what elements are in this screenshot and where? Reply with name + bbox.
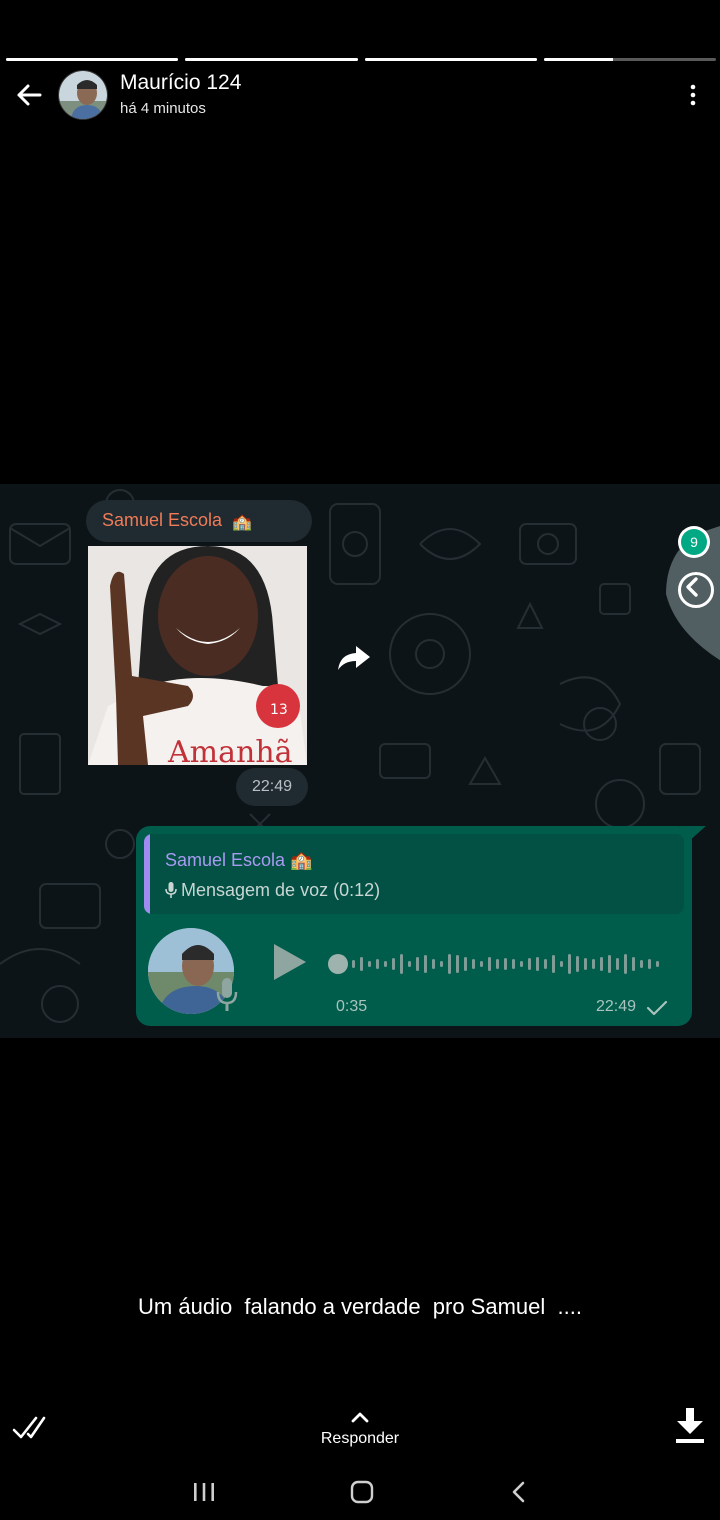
posted-time: há 4 minutos: [120, 100, 206, 117]
sent-check-icon: [646, 1000, 668, 1016]
progress-fill: [6, 58, 179, 61]
story-progress-bar: [6, 58, 716, 62]
forward-icon[interactable]: [334, 642, 372, 672]
quote-sender: Samuel Escola 🏫: [165, 850, 313, 870]
download-icon[interactable]: [674, 1406, 706, 1444]
contact-name: Maurício 124: [120, 71, 242, 94]
voice-duration: 0:35: [336, 998, 368, 1015]
progress-fill: [364, 58, 537, 61]
progress-segment: [185, 58, 358, 61]
unread-badge: 9: [678, 526, 710, 558]
contact-avatar[interactable]: [58, 70, 108, 120]
voice-time: 22:49: [596, 998, 637, 1015]
forwarded-photo: 13 Amanhã: [88, 546, 307, 765]
sender-name: Samuel Escola: [102, 510, 223, 530]
back-arrow-icon[interactable]: [14, 80, 44, 110]
chat-screenshot: Samuel Escola 🏫 13 Amanhã 22:49 9 Samuel…: [0, 484, 720, 1038]
seen-by-icon[interactable]: [12, 1414, 46, 1440]
home-icon[interactable]: [350, 1480, 374, 1504]
progress-segment: [6, 58, 179, 61]
recent-apps-icon[interactable]: [192, 1482, 216, 1502]
svg-text:13: 13: [270, 702, 288, 718]
school-emoji: 🏫: [232, 514, 252, 531]
chevron-up-icon[interactable]: [350, 1410, 370, 1424]
reply-button[interactable]: Responder: [300, 1430, 420, 1448]
sender-chip: Samuel Escola 🏫: [86, 500, 312, 542]
outgoing-voice-bubble: Samuel Escola 🏫 Mensagem de voz (0:12) 0…: [136, 826, 692, 1026]
play-icon[interactable]: [272, 942, 308, 982]
unread-count: 9: [681, 529, 707, 555]
quoted-message: Samuel Escola 🏫 Mensagem de voz (0:12): [144, 834, 684, 914]
photo-woman-gesture: 13 Amanhã: [88, 546, 307, 765]
progress-fill: [185, 58, 358, 61]
mic-icon: [216, 978, 238, 1011]
quote-text: Mensagem de voz (0:12): [181, 880, 381, 900]
progress-fill: [543, 58, 613, 61]
svg-text:Amanhã: Amanhã: [167, 735, 293, 765]
quote-accent-bar: [144, 834, 150, 914]
photo-time: 22:49: [236, 768, 308, 806]
progress-segment: [364, 58, 537, 61]
nav-back-icon[interactable]: [510, 1480, 528, 1504]
mic-small-icon: [165, 882, 177, 898]
progress-segment: [543, 58, 716, 61]
story-caption: Um áudio falando a verdade pro Samuel ..…: [138, 1294, 582, 1319]
avatar-photo: [59, 71, 107, 119]
quote-text-line: Mensagem de voz (0:12): [165, 880, 380, 901]
audio-waveform[interactable]: [326, 946, 666, 982]
previous-chevron-icon: [678, 572, 714, 608]
more-options-icon[interactable]: [686, 84, 700, 106]
